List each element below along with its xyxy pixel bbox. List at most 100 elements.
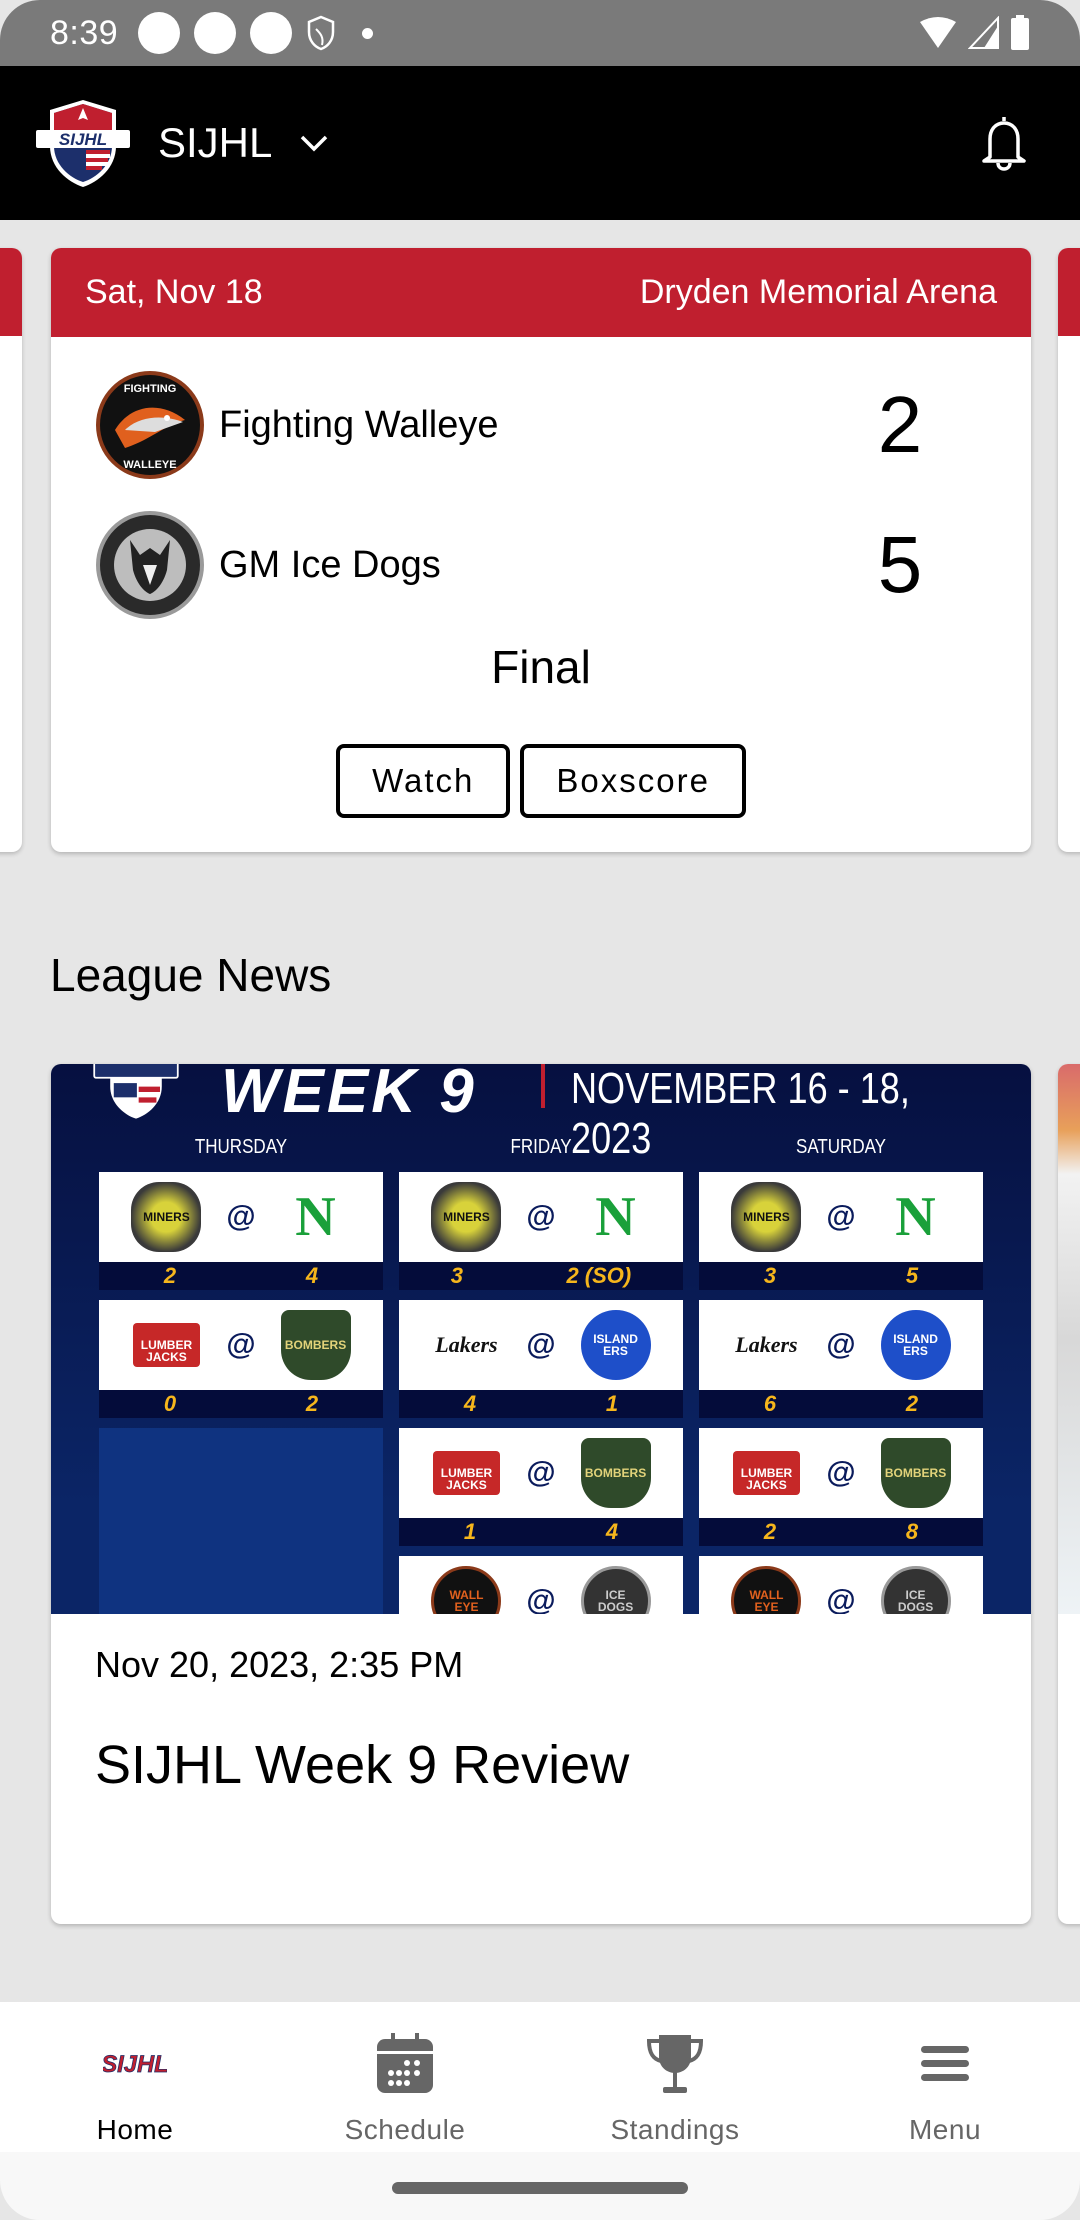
at-symbol: @ <box>826 1200 856 1233</box>
graphic-divider <box>541 1064 545 1108</box>
signal-icon <box>968 16 999 49</box>
red-lake-miners-logo: MINERS <box>431 1182 502 1252</box>
graphic-column-thursday: MINERS @ N 2 4 LUMBER JACKS @ BOMBERS 0 2 <box>99 1172 383 1614</box>
previous-game-card-peek[interactable] <box>0 248 22 852</box>
home-gesture-handle[interactable] <box>392 2182 688 2194</box>
sijhl-logo-icon: SIJHL <box>103 2032 167 2096</box>
at-symbol: @ <box>526 1456 556 1489</box>
lakers-logo: Lakers <box>435 1332 498 1357</box>
game-card[interactable]: Sat, Nov 18 Dryden Memorial Arena FIGHTI… <box>51 248 1031 852</box>
calendar-icon <box>373 2032 437 2096</box>
gm-ice-dogs-logo <box>96 511 204 619</box>
graphic-matchup: MINERS @ N <box>699 1172 983 1262</box>
away-score: 4 <box>463 1391 477 1416</box>
graphic-headline: WEEK 9 <box>221 1064 477 1126</box>
watch-button[interactable]: Watch <box>336 744 511 818</box>
lumberjacks-logo: LUMBER JACKS <box>731 1438 801 1508</box>
team-row-away: FIGHTING WALLEYE Fighting Walleye 2 <box>95 370 995 480</box>
game-status: Final <box>491 641 591 693</box>
svg-text:SIJHL: SIJHL <box>103 2051 167 2078</box>
away-score: 2 <box>763 1519 777 1544</box>
graphic-score-row: 1 4 <box>399 1518 683 1546</box>
graphic-day-label: THURSDAY <box>194 1136 288 1158</box>
graphic-score-row: 3 2 (SO) <box>399 1262 683 1290</box>
system-icons <box>918 15 1030 51</box>
lakers-logo: Lakers <box>735 1332 798 1357</box>
kenora-islanders-logo: ISLAND ERS <box>880 1310 951 1380</box>
nav-label: Standings <box>610 2114 740 2145</box>
notification-circle-icon <box>138 12 181 54</box>
nav-label: Schedule <box>344 2114 466 2145</box>
bell-icon[interactable] <box>976 113 1032 173</box>
hamburger-menu-icon <box>913 2032 977 2096</box>
svg-text:WALLEYE: WALLEYE <box>123 459 176 471</box>
team-row-home: GM Ice Dogs 5 <box>95 510 995 620</box>
fighting-walleye-logo: WALL EYE <box>431 1566 502 1614</box>
shield-icon <box>307 15 335 51</box>
away-score: 3 <box>763 1263 777 1288</box>
gm-ice-dogs-logo: ICE DOGS <box>580 1566 651 1614</box>
boxscore-button[interactable]: Boxscore <box>520 744 746 818</box>
graphic-score-row: 2 8 <box>699 1518 983 1546</box>
notification-icons <box>138 12 374 54</box>
battery-icon <box>1011 15 1029 50</box>
notification-circle-icon <box>250 12 293 54</box>
more-notifications-dot-icon <box>362 27 374 39</box>
graphic-score-row: 2 4 <box>99 1262 383 1290</box>
home-score: 4 <box>305 1263 319 1288</box>
graphic-matchup: MINERS @ N <box>399 1172 683 1262</box>
game-card-header: Sat, Nov 18 Dryden Memorial Arena <box>51 248 1031 337</box>
graphic-score-row: 3 5 <box>699 1262 983 1290</box>
next-game-card-peek[interactable] <box>1058 248 1080 852</box>
graphic-matchup: Lakers @ ISLAND ERS <box>699 1300 983 1390</box>
graphic-score-row: 6 2 <box>699 1390 983 1418</box>
sijhl-graphic-logo <box>93 1064 179 1119</box>
news-card[interactable]: WEEK 9 NOVEMBER 16 - 18, 2023 THURSDAY F… <box>51 1064 1031 1924</box>
nav-schedule[interactable]: Schedule <box>270 2002 540 2152</box>
home-score: 2 (SO) <box>566 1263 632 1288</box>
graphic-matchup: LUMBER JACKS @ BOMBERS <box>699 1428 983 1518</box>
graphic-score-row: 0 2 <box>99 1390 383 1418</box>
trophy-icon <box>643 2032 707 2096</box>
graphic-day-label: SATURDAY <box>795 1136 887 1158</box>
nav-standings[interactable]: Standings <box>540 2002 810 2152</box>
thunder-bay-north-stars-logo: N <box>895 1186 936 1248</box>
graphic-matchup: Lakers @ ISLAND ERS <box>399 1300 683 1390</box>
away-score: 3 <box>450 1263 463 1288</box>
team-score: 2 <box>877 380 923 469</box>
next-news-card-peek[interactable] <box>1058 1064 1080 1924</box>
fighting-walleye-logo: WALL EYE <box>731 1566 802 1614</box>
away-score: 0 <box>163 1391 177 1416</box>
league-selector-label[interactable]: SIJHL <box>158 119 272 167</box>
graphic-matchup: LUMBER JACKS @ BOMBERS <box>99 1300 383 1390</box>
at-symbol: @ <box>526 1328 556 1361</box>
home-score: 4 <box>605 1519 619 1544</box>
sioux-lookout-bombers-logo: BOMBERS <box>880 1438 951 1508</box>
status-time: 8:39 <box>50 13 119 52</box>
news-date: Nov 20, 2023, 2:35 PM <box>95 1644 464 1685</box>
news-title[interactable]: SIJHL Week 9 Review <box>95 1734 629 1796</box>
at-symbol: @ <box>826 1584 856 1614</box>
system-gesture-area <box>0 2152 1080 2220</box>
graphic-matchup: MINERS @ N <box>99 1172 383 1262</box>
at-symbol: @ <box>826 1456 856 1489</box>
team-name: Fighting Walleye <box>219 403 499 446</box>
sijhl-logo: SIJHL <box>36 100 130 187</box>
notification-circle-icon <box>194 12 237 54</box>
home-score: 1 <box>605 1391 619 1416</box>
graphic-column-friday: MINERS @ N 3 2 (SO) Lakers @ ISLAND ERS 4… <box>399 1172 683 1614</box>
home-score: 2 <box>305 1391 319 1416</box>
away-score: 1 <box>463 1519 477 1544</box>
graphic-matchup: LUMBER JACKS @ BOMBERS <box>399 1428 683 1518</box>
game-venue: Dryden Memorial Arena <box>639 273 997 311</box>
red-lake-miners-logo: MINERS <box>131 1182 202 1252</box>
svg-text:FIGHTING: FIGHTING <box>124 383 177 395</box>
nav-menu[interactable]: Menu <box>810 2002 1080 2152</box>
wifi-icon <box>920 17 956 48</box>
chevron-down-icon[interactable] <box>298 132 330 154</box>
nav-home[interactable]: SIJHL Home <box>0 2002 270 2152</box>
home-score: 5 <box>905 1263 919 1288</box>
nav-label: Menu <box>908 2114 982 2145</box>
gm-ice-dogs-logo: ICE DOGS <box>880 1566 951 1614</box>
at-symbol: @ <box>226 1328 256 1361</box>
